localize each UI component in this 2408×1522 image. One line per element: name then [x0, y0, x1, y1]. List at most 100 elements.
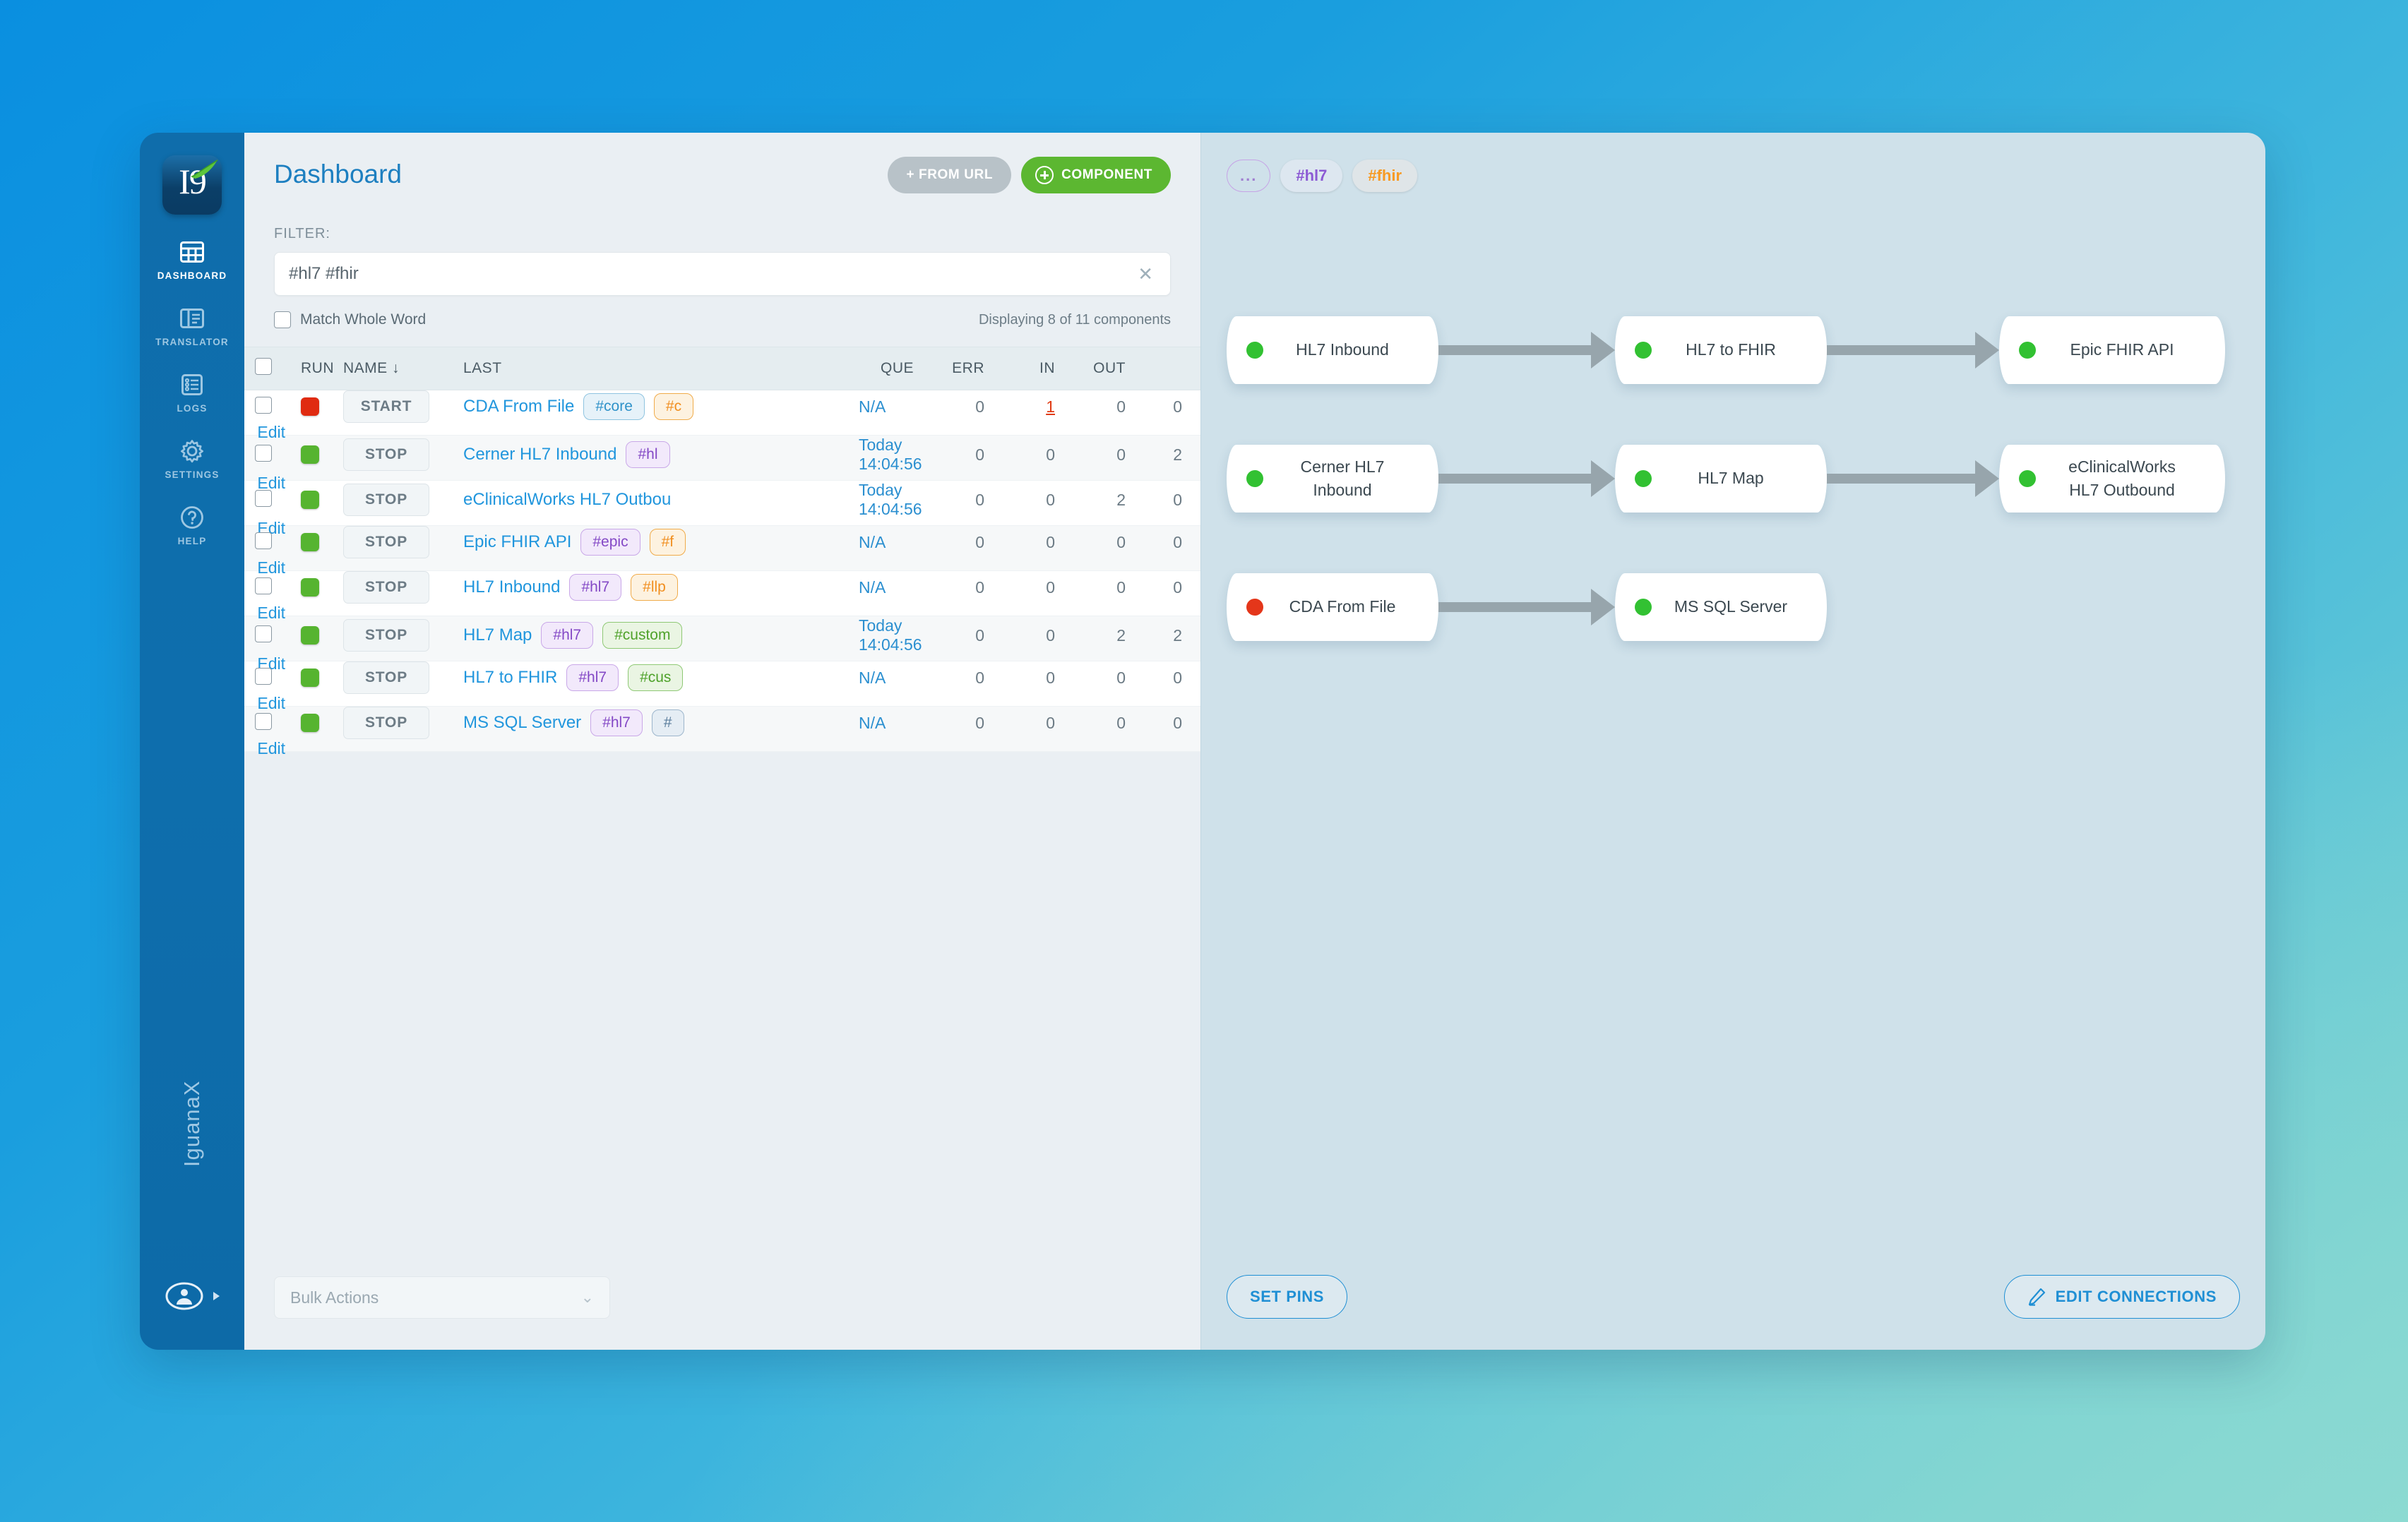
sidebar-item-logs[interactable]: LOGS — [140, 371, 244, 414]
out-count: 0 — [1173, 397, 1182, 416]
edit-cell: Edit — [255, 694, 301, 713]
row-checkbox[interactable] — [255, 625, 301, 646]
flow-node-cerner-hl7-inbound[interactable]: Cerner HL7 Inbound — [1227, 445, 1438, 513]
node-status-dot — [2019, 470, 2036, 487]
column-run[interactable]: RUN — [301, 360, 343, 377]
run-toggle-button[interactable]: STOP — [343, 661, 429, 694]
components-table: RUN NAME ↓ LAST QUE ERR IN OUT START CDA … — [244, 347, 1200, 757]
last-run-time: Today 14:04:56 — [859, 481, 922, 518]
edit-connections-button[interactable]: EDIT CONNECTIONS — [2003, 1275, 2240, 1319]
component-tag[interactable]: #f — [649, 529, 686, 556]
row-checkbox[interactable] — [255, 489, 301, 510]
component-tag[interactable]: #hl7 — [541, 622, 594, 649]
status-indicator — [301, 626, 343, 645]
close-icon[interactable]: ✕ — [1135, 265, 1156, 283]
error-count: 0 — [1046, 490, 1055, 509]
flow-canvas-panel[interactable]: ... #hl7 #fhir HL7 Inbound HL7 to FHIR Epic … — [1200, 133, 2265, 1350]
column-out[interactable]: OUT — [1071, 360, 1141, 377]
table-row[interactable]: STOP HL7 Map #hl7 #custom Today 14:04:56 0 0 2 2… — [244, 616, 1200, 673]
table-row[interactable]: STOP HL7 Inbound #hl7 #llp N/A 0 0 0 0 Edit — [244, 571, 1200, 622]
run-toggle-button[interactable]: STOP — [343, 438, 429, 471]
row-checkbox[interactable] — [255, 577, 301, 598]
run-toggle-button[interactable]: START — [343, 390, 429, 423]
sidebar-item-dashboard[interactable]: DASHBOARD — [140, 239, 244, 281]
component-tag[interactable]: #cus — [628, 664, 684, 691]
column-name[interactable]: NAME ↓ — [343, 360, 463, 377]
flow-arrowhead-icon — [1975, 460, 1999, 497]
component-tag[interactable]: #hl7 — [590, 709, 643, 736]
row-checkbox[interactable] — [255, 532, 301, 553]
component-name-link[interactable]: HL7 Map — [463, 625, 532, 645]
component-name-link[interactable]: HL7 to FHIR — [463, 668, 557, 688]
sidebar-item-translator[interactable]: TRANSLATOR — [140, 305, 244, 347]
component-tag[interactable]: #llp — [631, 574, 678, 601]
flow-node-cda-from-file[interactable]: CDA From File — [1227, 573, 1438, 641]
match-whole-word-toggle[interactable]: Match Whole Word — [274, 311, 426, 328]
row-checkbox[interactable] — [255, 396, 301, 417]
out-count: 2 — [1173, 445, 1182, 464]
run-toggle-button[interactable]: STOP — [343, 526, 429, 558]
component-tag[interactable]: #hl — [626, 441, 670, 468]
flow-node-ms-sql-server[interactable]: MS SQL Server — [1615, 573, 1827, 641]
app-logo[interactable]: I9 — [162, 155, 222, 215]
sidebar: I9 DASHBOARD TRANSLATOR LOGS SETTINGS HE… — [140, 133, 244, 1350]
column-last[interactable]: LAST — [463, 360, 675, 377]
table-row[interactable]: STOP eClinicalWorks HL7 Outbou Today 14:04… — [244, 481, 1200, 537]
component-tag[interactable]: #core — [583, 393, 645, 420]
table-row[interactable]: STOP HL7 to FHIR #hl7 #cus N/A 0 0 0 0 Edit — [244, 661, 1200, 712]
edit-link[interactable]: Edit — [257, 694, 285, 712]
sidebar-item-settings[interactable]: SETTINGS — [140, 438, 244, 480]
row-checkbox[interactable] — [255, 444, 301, 465]
queue-count: 0 — [975, 577, 984, 597]
edit-link[interactable]: Edit — [257, 423, 285, 441]
row-checkbox[interactable] — [255, 712, 301, 733]
component-name-link[interactable]: eClinicalWorks HL7 Outbou — [463, 490, 671, 510]
filter-input[interactable] — [289, 264, 1136, 284]
from-url-button[interactable]: + FROM URL — [888, 157, 1012, 193]
table-row[interactable]: STOP Epic FHIR API #epic #f N/A 0 0 0 0 Edit — [244, 526, 1200, 577]
component-name-link[interactable]: Epic FHIR API — [463, 532, 571, 552]
component-tag[interactable]: #hl7 — [569, 574, 622, 601]
chevron-down-icon: ⌄ — [580, 1288, 594, 1306]
error-count[interactable]: 1 — [1000, 397, 1071, 417]
component-tag[interactable]: #hl7 — [566, 664, 619, 691]
set-pins-button[interactable]: SET PINS — [1227, 1275, 1348, 1319]
flow-node-hl7-to-fhir[interactable]: HL7 to FHIR — [1615, 316, 1827, 384]
component-tag[interactable]: #c — [653, 393, 694, 420]
component-name-link[interactable]: Cerner HL7 Inbound — [463, 445, 616, 465]
flow-node-hl7-inbound[interactable]: HL7 Inbound — [1227, 316, 1438, 384]
component-tag[interactable]: #custom — [602, 622, 683, 649]
component-name-cell: Epic FHIR API #epic #f — [463, 529, 859, 556]
run-toggle-button[interactable]: STOP — [343, 484, 429, 516]
sidebar-item-help[interactable]: HELP — [140, 504, 244, 546]
edit-link[interactable]: Edit — [257, 604, 285, 622]
column-err[interactable]: ERR — [929, 360, 1000, 377]
column-que[interactable]: QUE — [859, 360, 929, 377]
select-all-checkbox[interactable] — [255, 358, 301, 379]
table-row[interactable]: START CDA From File #core #c N/A 0 1 0 0 Edit — [244, 390, 1200, 441]
match-whole-word-checkbox[interactable] — [274, 311, 291, 328]
table-row[interactable]: STOP Cerner HL7 Inbound #hl Today 14:04:56 0… — [244, 436, 1200, 492]
user-menu[interactable] — [140, 1282, 244, 1310]
run-toggle-button[interactable]: STOP — [343, 571, 429, 604]
filter-label: FILTER: — [274, 226, 330, 241]
table-row[interactable]: STOP MS SQL Server #hl7 # N/A 0 0 0 0 Edit — [244, 707, 1200, 757]
run-toggle-button[interactable]: STOP — [343, 619, 429, 652]
flow-node-epic-fhir-api[interactable]: Epic FHIR API — [1999, 316, 2225, 384]
sidebar-item-label: TRANSLATOR — [155, 337, 229, 347]
component-tag[interactable]: #epic — [580, 529, 640, 556]
plus-circle-icon — [1035, 166, 1054, 184]
flow-node-eclinicalworks-hl7-outbound[interactable]: eClinicalWorks HL7 Outbound — [1999, 445, 2225, 513]
edit-link[interactable]: Edit — [257, 558, 285, 577]
component-name-link[interactable]: MS SQL Server — [463, 713, 581, 733]
component-name-link[interactable]: CDA From File — [463, 397, 574, 417]
run-toggle-button[interactable]: STOP — [343, 707, 429, 739]
column-in[interactable]: IN — [1000, 360, 1071, 377]
bulk-actions-select[interactable]: Bulk Actions ⌄ — [274, 1276, 610, 1319]
row-checkbox[interactable] — [255, 667, 301, 688]
component-tag[interactable]: # — [651, 709, 684, 736]
component-name-link[interactable]: HL7 Inbound — [463, 577, 560, 597]
flow-node-hl7-map[interactable]: HL7 Map — [1615, 445, 1827, 513]
add-component-button[interactable]: COMPONENT — [1021, 157, 1171, 193]
edit-link[interactable]: Edit — [257, 739, 285, 757]
